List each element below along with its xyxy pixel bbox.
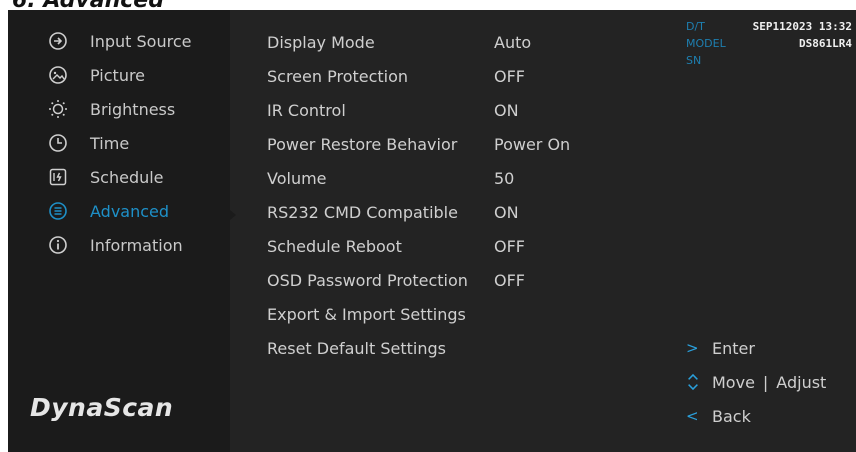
setting-value: 50 (494, 168, 515, 188)
sidebar-item-label: Input Source (90, 31, 192, 51)
chevron-right-icon: > (686, 339, 699, 357)
sidebar-item-label: Brightness (90, 99, 176, 119)
sidebar-item-label: Information (90, 235, 183, 255)
picture-icon (48, 65, 68, 85)
sidebar-item-schedule[interactable]: Schedule (48, 164, 164, 190)
hint-back-label: Back (712, 406, 751, 426)
setting-screen-protection[interactable]: Screen Protection OFF (267, 64, 525, 88)
sidebar-item-label: Time (90, 133, 130, 153)
sidebar-item-time[interactable]: Time (48, 130, 129, 156)
dt-value: SEP112023 13:32 (752, 20, 852, 33)
hint-enter-label: Enter (712, 338, 755, 358)
setting-rs232-cmd-compatible[interactable]: RS232 CMD Compatible ON (267, 200, 519, 224)
setting-value: ON (494, 202, 519, 222)
setting-display-mode[interactable]: Display Mode Auto (267, 30, 531, 54)
sidebar-item-information[interactable]: Information (48, 232, 183, 258)
brightness-icon (48, 99, 68, 119)
hint-separator: | (762, 372, 769, 392)
setting-label: Power Restore Behavior (267, 134, 458, 154)
hint-move: Move | Adjust (686, 371, 826, 393)
setting-value: Power On (494, 134, 571, 154)
information-icon (48, 235, 68, 255)
dt-label: D/T (686, 20, 705, 33)
setting-label: Screen Protection (267, 66, 409, 86)
setting-label: RS232 CMD Compatible (267, 202, 458, 222)
chevron-left-icon: < (686, 407, 699, 425)
brand-logo: DynaScan (30, 393, 174, 422)
setting-ir-control[interactable]: IR Control ON (267, 98, 519, 122)
setting-volume[interactable]: Volume 50 (267, 166, 514, 190)
osd-menu: Input Source Picture Brightness Time Sch… (8, 10, 856, 452)
setting-value: OFF (494, 66, 525, 86)
sidebar: Input Source Picture Brightness Time Sch… (8, 10, 230, 452)
sidebar-item-brightness[interactable]: Brightness (48, 96, 175, 122)
setting-label: OSD Password Protection (267, 270, 468, 290)
setting-value: Auto (494, 32, 532, 52)
sn-label: SN (686, 54, 702, 67)
model-label: MODEL (686, 37, 726, 50)
page-heading: 6. Advanced (12, 0, 164, 13)
setting-value: ON (494, 100, 519, 120)
setting-value: OFF (494, 270, 525, 290)
up-down-icon (686, 373, 704, 391)
hint-move-label: Move (712, 372, 755, 392)
setting-osd-password-protection[interactable]: OSD Password Protection OFF (267, 268, 525, 292)
sidebar-item-label: Advanced (90, 201, 170, 221)
setting-label: Export & Import Settings (267, 304, 466, 324)
setting-label: IR Control (267, 100, 346, 120)
model-value: DS861LR4 (799, 37, 852, 50)
sidebar-item-advanced[interactable]: Advanced (48, 198, 169, 224)
setting-label: Volume (267, 168, 327, 188)
advanced-icon (48, 201, 68, 221)
clock-icon (48, 133, 68, 153)
setting-schedule-reboot[interactable]: Schedule Reboot OFF (267, 234, 525, 258)
sidebar-item-input-source[interactable]: Input Source (48, 28, 191, 54)
hint-enter: > Enter (686, 337, 755, 359)
setting-label: Display Mode (267, 32, 375, 52)
active-item-pointer (230, 210, 236, 220)
setting-power-restore-behavior[interactable]: Power Restore Behavior Power On (267, 132, 570, 156)
sidebar-item-picture[interactable]: Picture (48, 62, 145, 88)
input-source-icon (48, 31, 68, 51)
setting-reset-default-settings[interactable]: Reset Default Settings (267, 336, 494, 360)
sidebar-item-label: Picture (90, 65, 146, 85)
schedule-icon (48, 167, 68, 187)
setting-export-import-settings[interactable]: Export & Import Settings (267, 302, 494, 326)
setting-value: OFF (494, 236, 525, 256)
setting-label: Reset Default Settings (267, 338, 446, 358)
sidebar-item-label: Schedule (90, 167, 164, 187)
hint-back: < Back (686, 405, 751, 427)
hint-adjust-label: Adjust (776, 372, 827, 392)
setting-label: Schedule Reboot (267, 236, 402, 256)
